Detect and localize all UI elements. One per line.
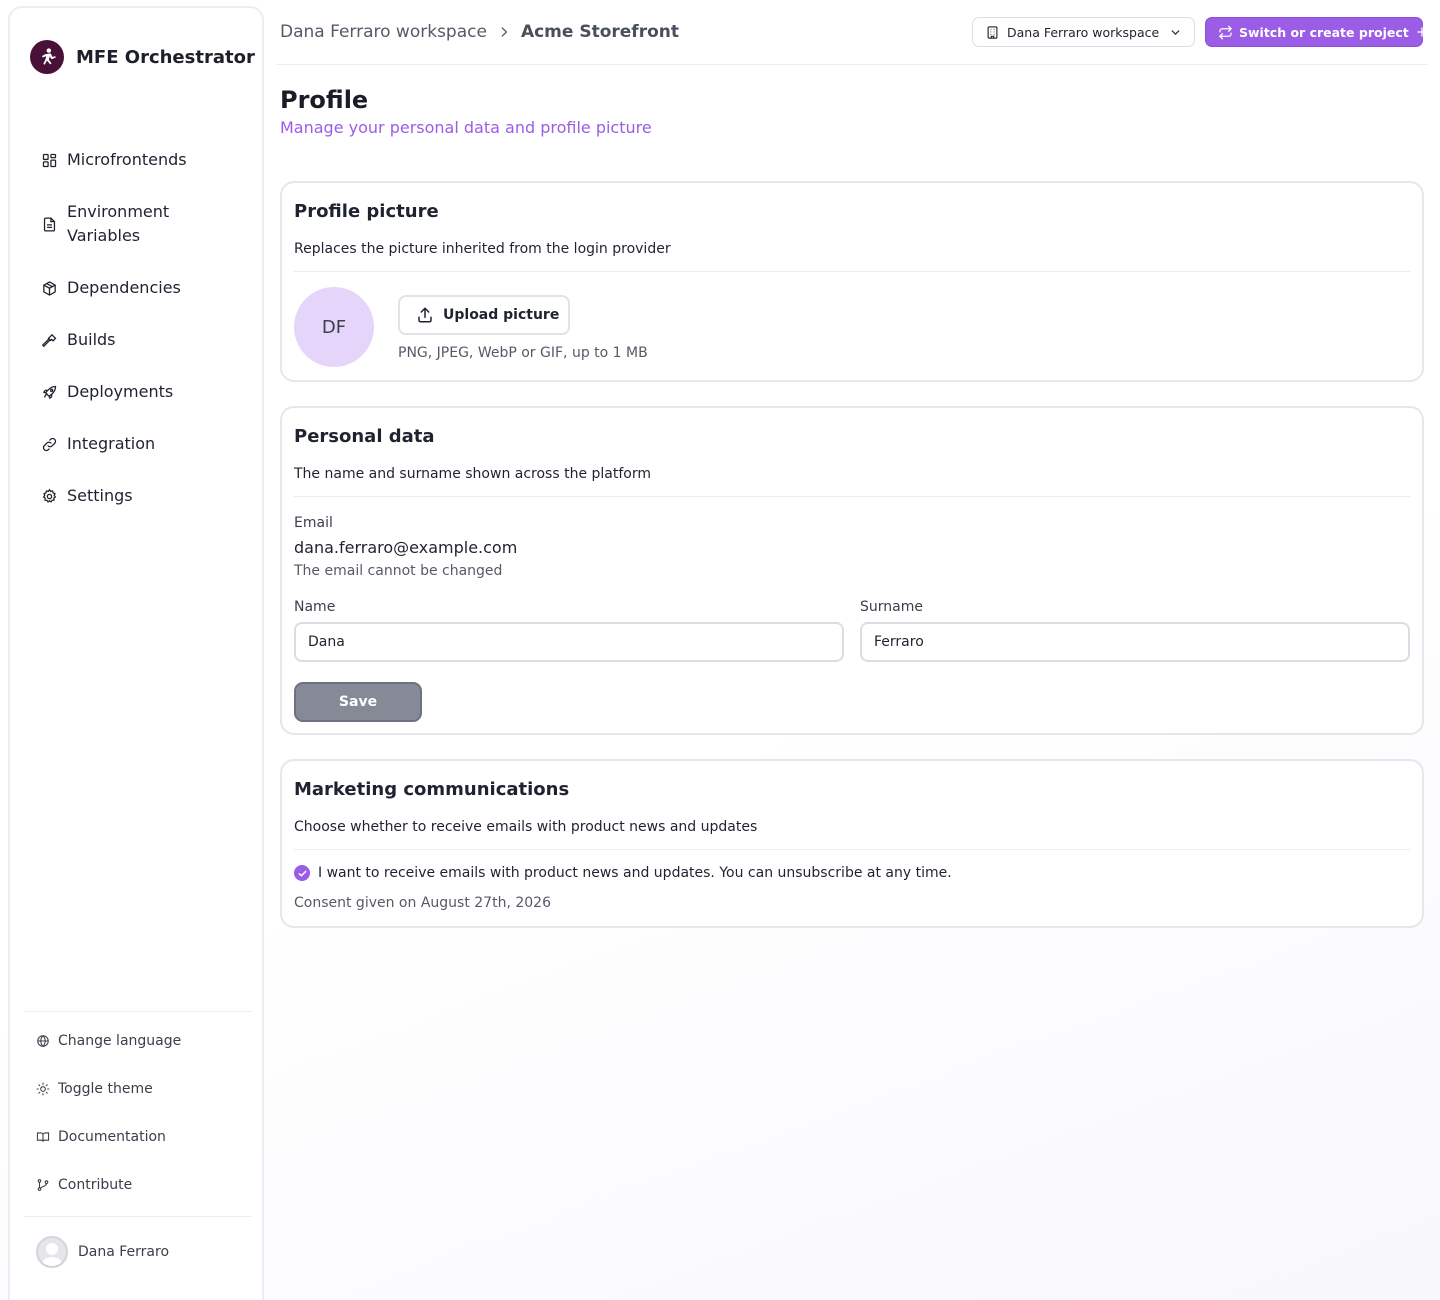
gear-icon bbox=[40, 484, 58, 508]
card-description: Choose whether to receive emails with pr… bbox=[294, 819, 758, 835]
profile-picture-card: Profile picture Replaces the picture inh… bbox=[280, 181, 1424, 382]
building-icon bbox=[985, 25, 1000, 40]
sidebar-item-label: Environment Variables bbox=[67, 202, 170, 245]
card-title: Profile picture bbox=[294, 201, 439, 222]
sidebar-item-label: Microfrontends bbox=[67, 150, 187, 169]
grid-icon bbox=[40, 148, 58, 172]
card-title: Marketing communications bbox=[294, 779, 570, 800]
user-name: Dana Ferraro bbox=[78, 1244, 170, 1260]
switch-or-create-project-button[interactable]: Switch or create project bbox=[1205, 17, 1427, 47]
sidebar-item-microfrontends[interactable]: Microfrontends bbox=[40, 148, 217, 172]
avatar-initials: DF bbox=[321, 316, 347, 338]
check-icon[interactable] bbox=[294, 865, 310, 881]
rocket-icon bbox=[40, 380, 58, 404]
app-name: MFE Orchestrator bbox=[76, 46, 255, 68]
change-language-label: Change language bbox=[58, 1033, 182, 1049]
upload-picture-button[interactable]: Upload picture bbox=[398, 295, 570, 335]
documentation-link[interactable]: Documentation bbox=[36, 1129, 166, 1145]
save-button[interactable]: Save bbox=[294, 682, 422, 722]
user-menu[interactable]: Dana Ferraro bbox=[36, 1236, 169, 1268]
sidebar-item-dependencies[interactable]: Dependencies bbox=[40, 276, 217, 300]
sidebar-divider bbox=[24, 1216, 252, 1217]
plus-icon bbox=[1415, 25, 1429, 39]
breadcrumb-workspace[interactable]: Dana Ferraro workspace bbox=[280, 20, 487, 44]
avatar bbox=[36, 1236, 68, 1268]
toggle-theme-label: Toggle theme bbox=[58, 1081, 153, 1097]
package-icon bbox=[40, 276, 58, 300]
consent-label: I want to receive emails with product ne… bbox=[318, 865, 952, 881]
sidebar: MFE Orchestrator Microfrontends Environm… bbox=[8, 6, 264, 1300]
sun-icon bbox=[36, 1082, 50, 1096]
brand-logo-icon bbox=[30, 40, 64, 74]
email-help-text: The email cannot be changed bbox=[294, 563, 503, 579]
contribute-link[interactable]: Contribute bbox=[36, 1177, 132, 1193]
upload-icon bbox=[416, 306, 434, 324]
sidebar-item-label: Settings bbox=[67, 486, 133, 505]
sidebar-item-integration[interactable]: Integration bbox=[40, 432, 217, 456]
sidebar-item-label: Builds bbox=[67, 330, 116, 349]
surname-label: Surname bbox=[860, 599, 923, 615]
card-divider bbox=[294, 496, 1410, 497]
marketing-consent-checkbox-row[interactable]: I want to receive emails with product ne… bbox=[294, 865, 952, 881]
sidebar-item-label: Deployments bbox=[67, 382, 174, 401]
marketing-communications-card: Marketing communications Choose whether … bbox=[280, 759, 1424, 928]
page-title: Profile bbox=[280, 86, 369, 114]
breadcrumb-project[interactable]: Acme Storefront bbox=[521, 20, 679, 44]
page-subtitle: Manage your personal data and profile pi… bbox=[280, 118, 652, 137]
card-divider bbox=[294, 849, 1410, 850]
globe-icon bbox=[36, 1034, 50, 1048]
sidebar-item-settings[interactable]: Settings bbox=[40, 484, 217, 508]
card-title: Personal data bbox=[294, 426, 435, 447]
sidebar-divider bbox=[24, 1011, 252, 1012]
switch-button-label: Switch or create project bbox=[1239, 24, 1409, 40]
brand[interactable]: MFE Orchestrator bbox=[30, 40, 255, 74]
git-branch-icon bbox=[36, 1178, 50, 1192]
name-input[interactable] bbox=[294, 622, 844, 662]
email-label: Email bbox=[294, 515, 333, 531]
workspace-select[interactable]: Dana Ferraro workspace bbox=[972, 17, 1195, 47]
sidebar-item-label: Integration bbox=[67, 434, 156, 453]
toggle-theme-button[interactable]: Toggle theme bbox=[36, 1081, 153, 1097]
link-icon bbox=[40, 432, 58, 456]
breadcrumb: Dana Ferraro workspace Acme Storefront bbox=[280, 20, 679, 44]
card-divider bbox=[294, 271, 1410, 272]
card-description: The name and surname shown across the pl… bbox=[294, 466, 652, 482]
sidebar-item-deployments[interactable]: Deployments bbox=[40, 380, 217, 404]
chevron-right-icon bbox=[497, 25, 511, 39]
personal-data-card: Personal data The name and surname shown… bbox=[280, 406, 1424, 735]
surname-input[interactable] bbox=[860, 622, 1410, 662]
sidebar-item-environment-variables[interactable]: Environment Variables bbox=[40, 200, 217, 248]
card-description: Replaces the picture inherited from the … bbox=[294, 241, 671, 257]
name-label: Name bbox=[294, 599, 336, 615]
upload-hint: PNG, JPEG, WebP or GIF, up to 1 MB bbox=[398, 345, 648, 361]
sidebar-item-builds[interactable]: Builds bbox=[40, 328, 217, 352]
file-text-icon bbox=[40, 200, 58, 248]
sidebar-item-label: Dependencies bbox=[67, 278, 181, 297]
switch-arrows-icon bbox=[1218, 25, 1233, 40]
book-icon bbox=[36, 1130, 50, 1144]
documentation-label: Documentation bbox=[58, 1129, 166, 1145]
workspace-select-value: Dana Ferraro workspace bbox=[1007, 24, 1160, 40]
hammer-icon bbox=[40, 328, 58, 352]
change-language-button[interactable]: Change language bbox=[36, 1033, 181, 1049]
avatar: DF bbox=[294, 287, 374, 367]
upload-picture-label: Upload picture bbox=[443, 307, 560, 323]
topbar-divider bbox=[276, 64, 1428, 65]
email-value: dana.ferraro@example.com bbox=[294, 538, 518, 557]
chevron-down-icon bbox=[1169, 26, 1182, 39]
consent-date: Consent given on August 27th, 2026 bbox=[294, 895, 551, 911]
contribute-label: Contribute bbox=[58, 1177, 133, 1193]
